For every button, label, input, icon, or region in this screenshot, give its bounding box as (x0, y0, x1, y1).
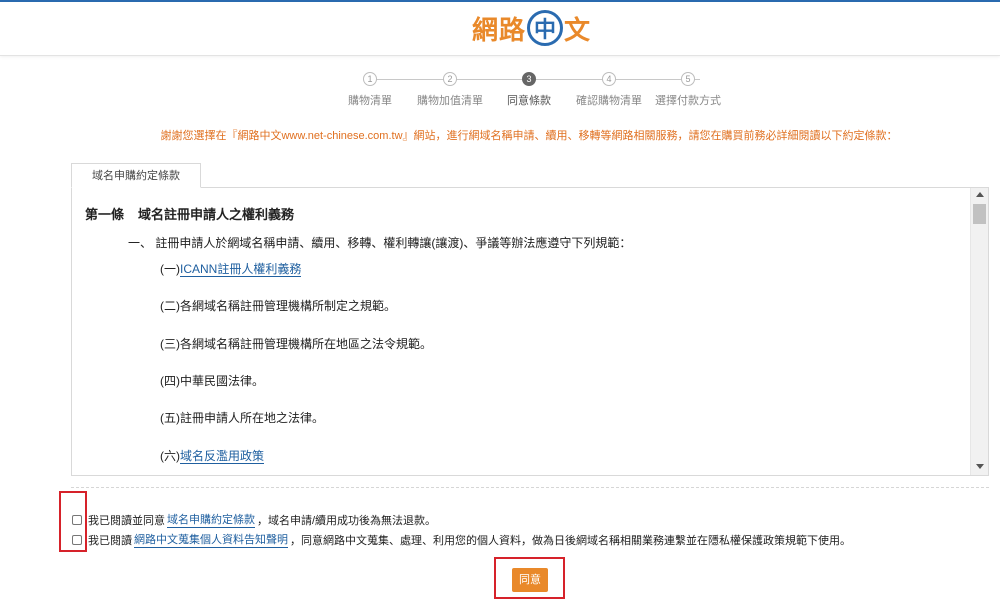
tab-domain-terms[interactable]: 域名申購約定條款 (71, 163, 201, 188)
step-number: 3 (522, 72, 536, 86)
step-number: 4 (602, 72, 616, 86)
step-label: 確認購物清單 (576, 95, 642, 107)
list-item: (三)各網域名稱註冊管理機構所在地區之法令規範。 (160, 337, 433, 351)
logo-text-1: 網路 (472, 15, 527, 46)
step-number: 1 (363, 72, 377, 86)
step-label: 購物清單 (348, 95, 392, 107)
step-label: 購物加值清單 (417, 95, 483, 107)
step-1: 1 購物清單 (330, 72, 410, 108)
list-item: (五)註冊申請人所在地之法律。 (160, 411, 325, 425)
step-2: 2 購物加值清單 (410, 72, 490, 108)
agreement-privacy-row: 我已閱讀 網路中文蒐集個人資料告知聲明 ，同意網路中文蒐集、處理、利用您的個人資… (72, 531, 851, 548)
purchase-notice: 謝謝您選擇在『網路中文www.net-chinese.com.tw』網站，進行網… (160, 130, 898, 142)
step-5: 5 選擇付款方式 (648, 72, 728, 108)
terms-content: 第一條 域名註冊申請人之權利義務 一、 註冊申請人於網域名稱申請、續用、移轉、權利… (72, 188, 970, 475)
divider (71, 487, 989, 488)
button-highlight-box (494, 557, 565, 599)
scroll-down-icon[interactable] (976, 464, 984, 469)
step-4: 4 確認購物清單 (569, 72, 649, 108)
site-logo[interactable]: 網路 中 文 (472, 8, 590, 48)
icann-rights-link[interactable]: ICANN註冊人權利義務 (180, 262, 302, 277)
checkout-steps: 1 購物清單 2 購物加值清單 3 同意條款 4 確認購物清單 5 選擇付款方式 (330, 72, 740, 108)
agreement-terms-row: 我已閱讀並同意 域名申購約定條款 ，域名申請/續用成功後為無法退款。 (72, 511, 436, 528)
logo-text-2: 文 (564, 15, 591, 46)
anti-abuse-policy-link[interactable]: 域名反濫用政策 (180, 449, 265, 464)
scroll-up-icon[interactable] (976, 192, 984, 197)
privacy-notice-link[interactable]: 網路中文蒐集個人資料告知聲明 (134, 531, 288, 548)
domain-terms-link[interactable]: 域名申購約定條款 (167, 511, 255, 528)
article-number: 第一條 (85, 207, 125, 222)
terms-scrollbar[interactable] (970, 188, 988, 475)
step-label: 選擇付款方式 (655, 95, 721, 107)
list-item: (一)ICANN註冊人權利義務 (160, 262, 302, 277)
checkbox-highlight-box (59, 491, 87, 552)
step-3: 3 同意條款 (489, 72, 569, 108)
step-number: 2 (443, 72, 457, 86)
list-item: (二)各網域名稱註冊管理機構所制定之規範。 (160, 299, 397, 313)
site-header: 網路 中 文 (0, 2, 1000, 56)
article-heading: 域名註冊申請人之權利義務 (138, 207, 295, 222)
step-number: 5 (681, 72, 695, 86)
step-label: 同意條款 (507, 95, 551, 107)
logo-circle-icon: 中 (527, 10, 564, 46)
article-title: 第一條 域名註冊申請人之權利義務 (85, 204, 294, 223)
list-item: (四)中華民國法律。 (160, 374, 265, 388)
section-1-text: 一、 註冊申請人於網域名稱申請、續用、移轉、權利轉讓(讓渡)、爭議等辦法應遵守下… (128, 236, 632, 250)
scroll-thumb[interactable] (973, 204, 986, 224)
list-item: (六)域名反濫用政策 (160, 449, 265, 464)
